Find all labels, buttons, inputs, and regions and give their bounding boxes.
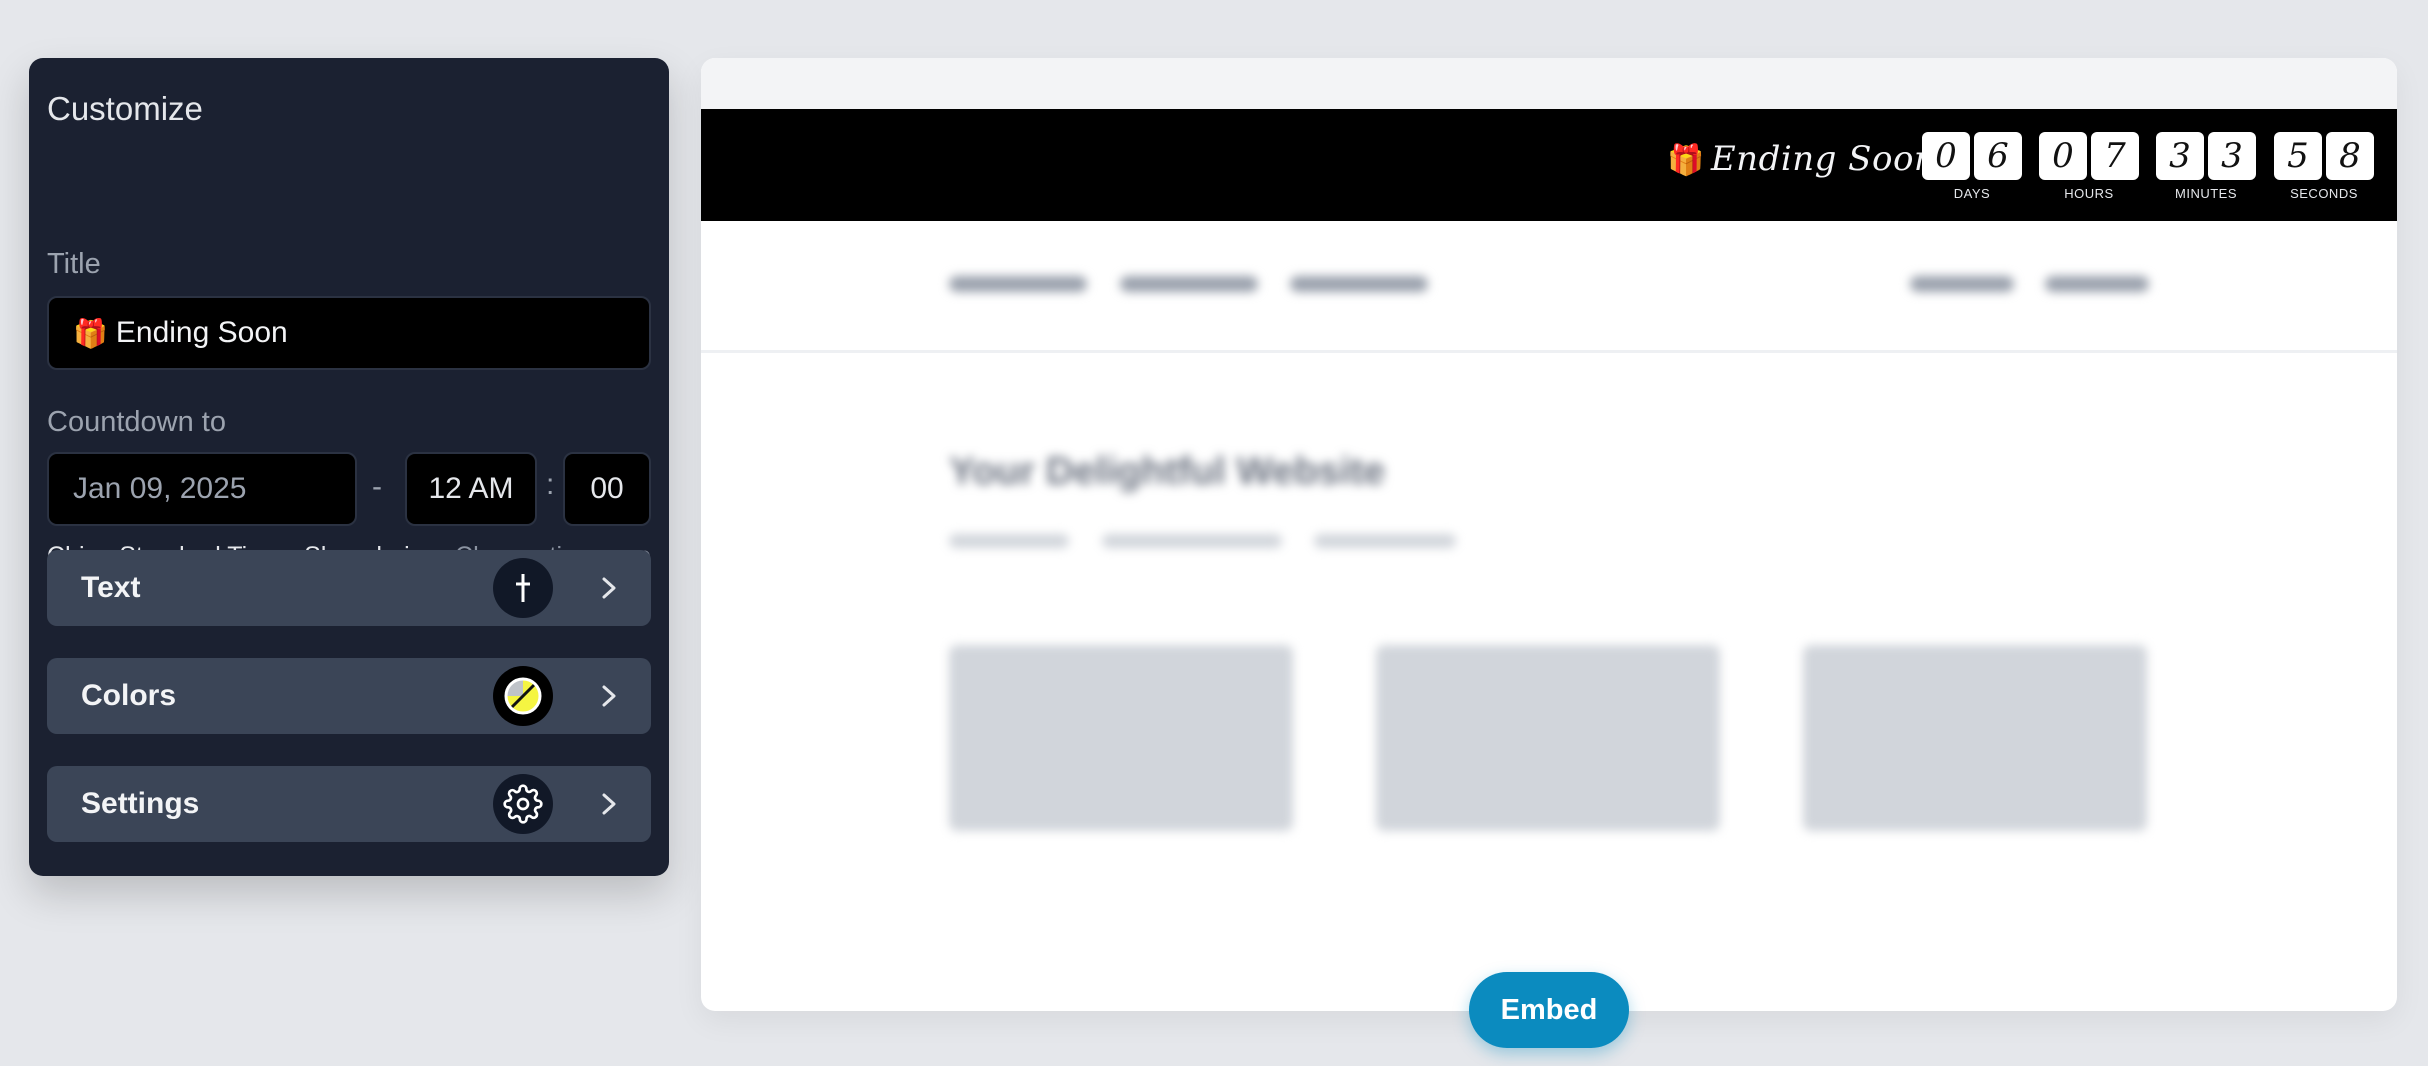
- gift-icon: 🎁: [73, 317, 108, 349]
- countdown-digit: 8: [2326, 132, 2374, 180]
- colors-row-label: Colors: [81, 679, 177, 712]
- minute-value: 00: [590, 472, 624, 505]
- hours-label: HOURS: [2064, 186, 2114, 201]
- placeholder-nav-link: [2045, 276, 2149, 292]
- placeholder-subtitle: [1102, 534, 1282, 548]
- countdown-digit: 3: [2156, 132, 2204, 180]
- text-row-label: Text: [81, 571, 141, 604]
- panel-heading: Customize: [47, 90, 203, 127]
- placeholder-nav-link: [949, 276, 1087, 292]
- countdown-digit: 0: [2039, 132, 2087, 180]
- countdown-bar: 🎁 Ending Soon 0 6 DAYS 0 7 HOURS 3 3 MINU…: [701, 109, 2397, 221]
- placeholder-hero-title: Your Delightful Website: [949, 450, 1386, 493]
- chevron-right-icon: [602, 793, 616, 815]
- days-label: DAYS: [1953, 186, 1991, 201]
- minutes-unit: 3 3 MINUTES: [2156, 132, 2256, 201]
- placeholder-nav-link: [1120, 276, 1258, 292]
- placeholder-subtitle: [949, 534, 1069, 548]
- date-time-separator: -: [372, 470, 382, 503]
- website-preview: 🎁 Ending Soon 0 6 DAYS 0 7 HOURS 3 3 MINU…: [701, 58, 2397, 1011]
- title-input[interactable]: 🎁 Ending Soon: [47, 296, 651, 370]
- placeholder-card: [949, 645, 1293, 831]
- chevron-right-icon: [602, 685, 616, 707]
- bar-title-text: Ending Soon: [1710, 139, 1937, 179]
- placeholder-card: [1803, 645, 2147, 831]
- countdown-digit: 3: [2208, 132, 2256, 180]
- placeholder-nav-link: [1910, 276, 2014, 292]
- countdown-label: Countdown to: [47, 406, 226, 438]
- preview-browser-top: [701, 58, 2397, 109]
- title-input-value: Ending Soon: [115, 316, 288, 349]
- minutes-label: MINUTES: [2175, 186, 2237, 201]
- text-cursor-icon: [493, 558, 553, 618]
- placeholder-nav-link: [1290, 276, 1428, 292]
- title-label: Title: [47, 248, 101, 280]
- settings-row-label: Settings: [81, 787, 200, 820]
- bar-title: 🎁 Ending Soon: [1667, 139, 1936, 179]
- placeholder-card: [1376, 645, 1720, 831]
- hours-unit: 0 7 HOURS: [2039, 132, 2139, 201]
- countdown-digit: 7: [2091, 132, 2139, 180]
- placeholder-divider: [701, 350, 2397, 353]
- hour-value: 12 AM: [428, 472, 514, 505]
- date-value: Jan 09, 2025: [73, 472, 247, 505]
- seconds-label: SECONDS: [2290, 186, 2358, 201]
- settings-row[interactable]: Settings: [47, 766, 651, 842]
- seconds-unit: 5 8 SECONDS: [2274, 132, 2374, 201]
- hour-select[interactable]: 12 AM: [405, 452, 537, 526]
- color-swatch-icon: [493, 666, 553, 726]
- countdown-digit: 0: [1922, 132, 1970, 180]
- colors-settings-row[interactable]: Colors: [47, 658, 651, 734]
- days-unit: 0 6 DAYS: [1922, 132, 2022, 201]
- countdown-digit: 6: [1974, 132, 2022, 180]
- time-colon: :: [546, 468, 555, 501]
- date-field[interactable]: Jan 09, 2025: [47, 452, 357, 526]
- chevron-right-icon: [602, 577, 616, 599]
- gift-icon: 🎁: [1667, 143, 1705, 178]
- countdown-digit: 5: [2274, 132, 2322, 180]
- text-settings-row[interactable]: Text: [47, 550, 651, 626]
- placeholder-subtitle: [1314, 534, 1456, 548]
- embed-button[interactable]: Embed: [1469, 972, 1629, 1048]
- minute-select[interactable]: 00: [563, 452, 651, 526]
- customize-panel: Customize Title 🎁 Ending Soon Countdown …: [29, 58, 669, 876]
- gear-icon: [493, 774, 553, 834]
